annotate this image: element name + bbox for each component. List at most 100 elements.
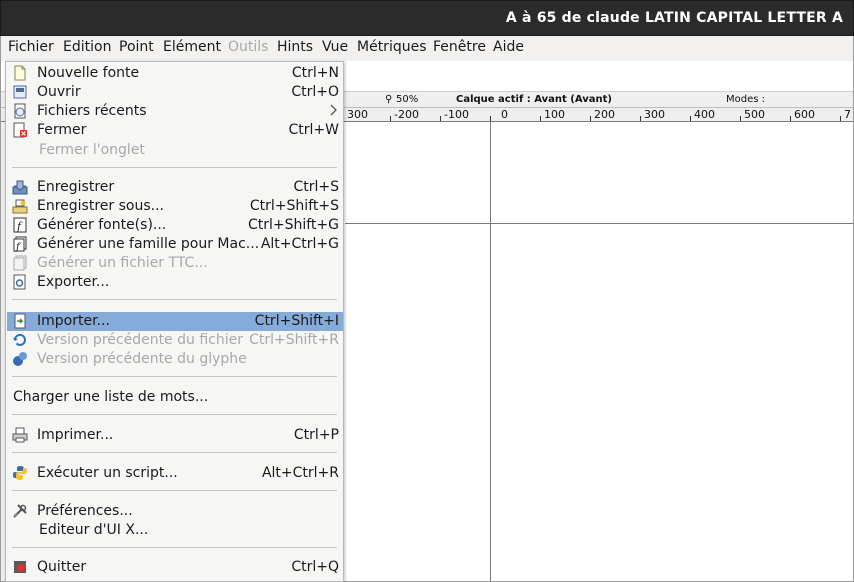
menu-item-label: Imprimer... — [37, 427, 114, 443]
quit-icon — [14, 561, 26, 573]
ruler-label: -100 — [444, 108, 469, 121]
menu-item-label: Fichiers récents — [37, 103, 147, 119]
recent-files-icon — [14, 103, 26, 119]
menu-item-label: Enregistrer — [37, 179, 115, 195]
menu-item-shortcut: Ctrl+N — [291, 65, 339, 81]
menu-item-generate-ttc: Générer un fichier TTC... — [7, 254, 343, 273]
menu-item-import[interactable]: Importer... Ctrl+Shift+I — [7, 312, 343, 331]
menu-metriques[interactable]: Métriques — [357, 39, 427, 55]
ruler-label: 200 — [594, 108, 615, 121]
menu-item-shortcut: Ctrl+S — [293, 179, 339, 195]
baseline-guide — [345, 223, 853, 224]
origin-vertical-guide — [490, 122, 491, 581]
menu-item-label: Générer une famille pour Mac... — [37, 236, 260, 252]
menu-item-label: Charger une liste de mots... — [13, 389, 209, 405]
ruler-tick — [540, 116, 541, 121]
file-menu-dropdown: Nouvelle fonte Ctrl+N Ouvrir Ctrl+O Fich… — [5, 61, 344, 582]
menu-item-shortcut: Alt+Ctrl+R — [261, 465, 339, 481]
menu-item-generate-mac-family[interactable]: f Générer une famille pour Mac... Alt+Ct… — [7, 235, 343, 254]
ruler-label: -200 — [394, 108, 419, 121]
menu-separator — [12, 414, 337, 415]
ruler-tick — [690, 116, 691, 121]
menu-item-label: Générer fonte(s)... — [37, 217, 167, 233]
menu-item-shortcut: Ctrl+Shift+I — [254, 313, 339, 329]
menu-item-new-font[interactable]: Nouvelle fonte Ctrl+N — [7, 64, 343, 83]
menu-separator — [12, 167, 337, 168]
menu-item-label: Exécuter un script... — [37, 465, 178, 481]
ruler-label: 600 — [794, 108, 815, 121]
menu-item-label: Fermer — [37, 122, 87, 138]
close-document-icon — [13, 122, 27, 138]
generate-font-icon: f — [13, 217, 27, 233]
menu-item-shortcut: Ctrl+Shift+R — [249, 332, 339, 348]
menu-element[interactable]: Elément — [163, 39, 221, 55]
ruler-tick — [440, 116, 441, 121]
ruler-tick — [490, 116, 491, 121]
modes-label: Modes : — [726, 94, 766, 105]
menu-item-open[interactable]: Ouvrir Ctrl+O — [7, 83, 343, 102]
menu-item-save[interactable]: Enregistrer Ctrl+S — [7, 178, 343, 197]
ruler-tick — [390, 116, 391, 121]
menu-item-label: Quitter — [37, 559, 87, 575]
new-document-icon — [14, 65, 26, 81]
ruler-tick — [740, 116, 741, 121]
ruler-label: 300 — [347, 108, 368, 121]
ruler-tick — [790, 116, 791, 121]
menu-item-label: Générer un fichier TTC... — [37, 255, 208, 271]
menu-item-label: Préférences... — [37, 503, 133, 519]
menu-item-label: Importer... — [37, 313, 110, 329]
menu-item-shortcut: Alt+Ctrl+G — [260, 236, 339, 252]
menu-item-recent-files[interactable]: Fichiers récents — [7, 102, 343, 121]
menubar: Fichier Edition Point Elément Outils Hin… — [0, 36, 854, 61]
menu-hints[interactable]: Hints — [277, 39, 313, 55]
menu-item-run-script[interactable]: Exécuter un script... Alt+Ctrl+R — [7, 464, 343, 483]
ruler-label: 0 — [501, 108, 508, 121]
import-icon — [14, 313, 26, 329]
window-titlebar: A à 65 de claude LATIN CAPITAL LETTER A — [0, 0, 854, 36]
menu-item-revert-file: Version précédente du fichier Ctrl+Shift… — [7, 331, 343, 350]
menu-fichier[interactable]: Fichier — [8, 39, 54, 55]
save-as-icon — [12, 199, 28, 214]
save-icon — [12, 180, 28, 195]
window-title: A à 65 de claude LATIN CAPITAL LETTER A — [505, 10, 843, 26]
menu-item-export[interactable]: Exporter... — [7, 273, 343, 292]
menu-point[interactable]: Point — [119, 39, 154, 55]
open-icon — [13, 85, 27, 99]
menu-fenetre[interactable]: Fenêtre — [433, 39, 486, 55]
menu-item-save-as[interactable]: Enregistrer sous... Ctrl+Shift+S — [7, 197, 343, 216]
ruler-label: 400 — [694, 108, 715, 121]
zoom-level: 50% — [396, 94, 419, 105]
ruler-tick — [590, 116, 591, 121]
ruler-label: 300 — [644, 108, 665, 121]
revert-file-icon — [13, 333, 26, 346]
menu-item-shortcut: Ctrl+Q — [291, 559, 339, 575]
menu-separator — [12, 547, 337, 548]
menu-item-load-word-list[interactable]: Charger une liste de mots... — [7, 388, 343, 407]
menu-item-x-ui-editor[interactable]: Editeur d'UI X... — [7, 521, 343, 540]
zoom-icon: ⚲ — [385, 94, 393, 105]
menu-item-label: Nouvelle fonte — [37, 65, 140, 81]
menu-item-shortcut: Ctrl+Shift+S — [249, 198, 339, 214]
menu-vue[interactable]: Vue — [322, 39, 348, 55]
menu-item-label: Ouvrir — [37, 84, 81, 100]
menu-item-label: Version précédente du fichier — [37, 332, 243, 348]
export-icon — [13, 274, 26, 290]
menu-outils: Outils — [228, 39, 269, 55]
menu-edition[interactable]: Edition — [63, 39, 111, 55]
menu-item-shortcut: Ctrl+O — [291, 84, 339, 100]
menu-item-generate-fonts[interactable]: f Générer fonte(s)... Ctrl+Shift+G — [7, 216, 343, 235]
generate-family-icon: f — [13, 236, 27, 252]
menu-item-preferences[interactable]: Préférences... — [7, 502, 343, 521]
menu-item-label: Fermer l'onglet — [39, 142, 145, 158]
menu-item-shortcut: Ctrl+W — [288, 122, 339, 138]
generate-ttc-icon — [13, 255, 27, 271]
menu-aide[interactable]: Aide — [493, 39, 524, 55]
menu-item-close-tab: Fermer l'onglet — [7, 141, 343, 160]
menu-item-close[interactable]: Fermer Ctrl+W — [7, 121, 343, 140]
menu-item-shortcut: Ctrl+Shift+G — [247, 217, 339, 233]
menu-item-print[interactable]: Imprimer... Ctrl+P — [7, 426, 343, 445]
menu-item-quit[interactable]: Quitter Ctrl+Q — [7, 558, 343, 577]
menu-separator — [12, 299, 337, 300]
python-icon — [13, 466, 27, 480]
preferences-tools-icon — [13, 504, 27, 518]
